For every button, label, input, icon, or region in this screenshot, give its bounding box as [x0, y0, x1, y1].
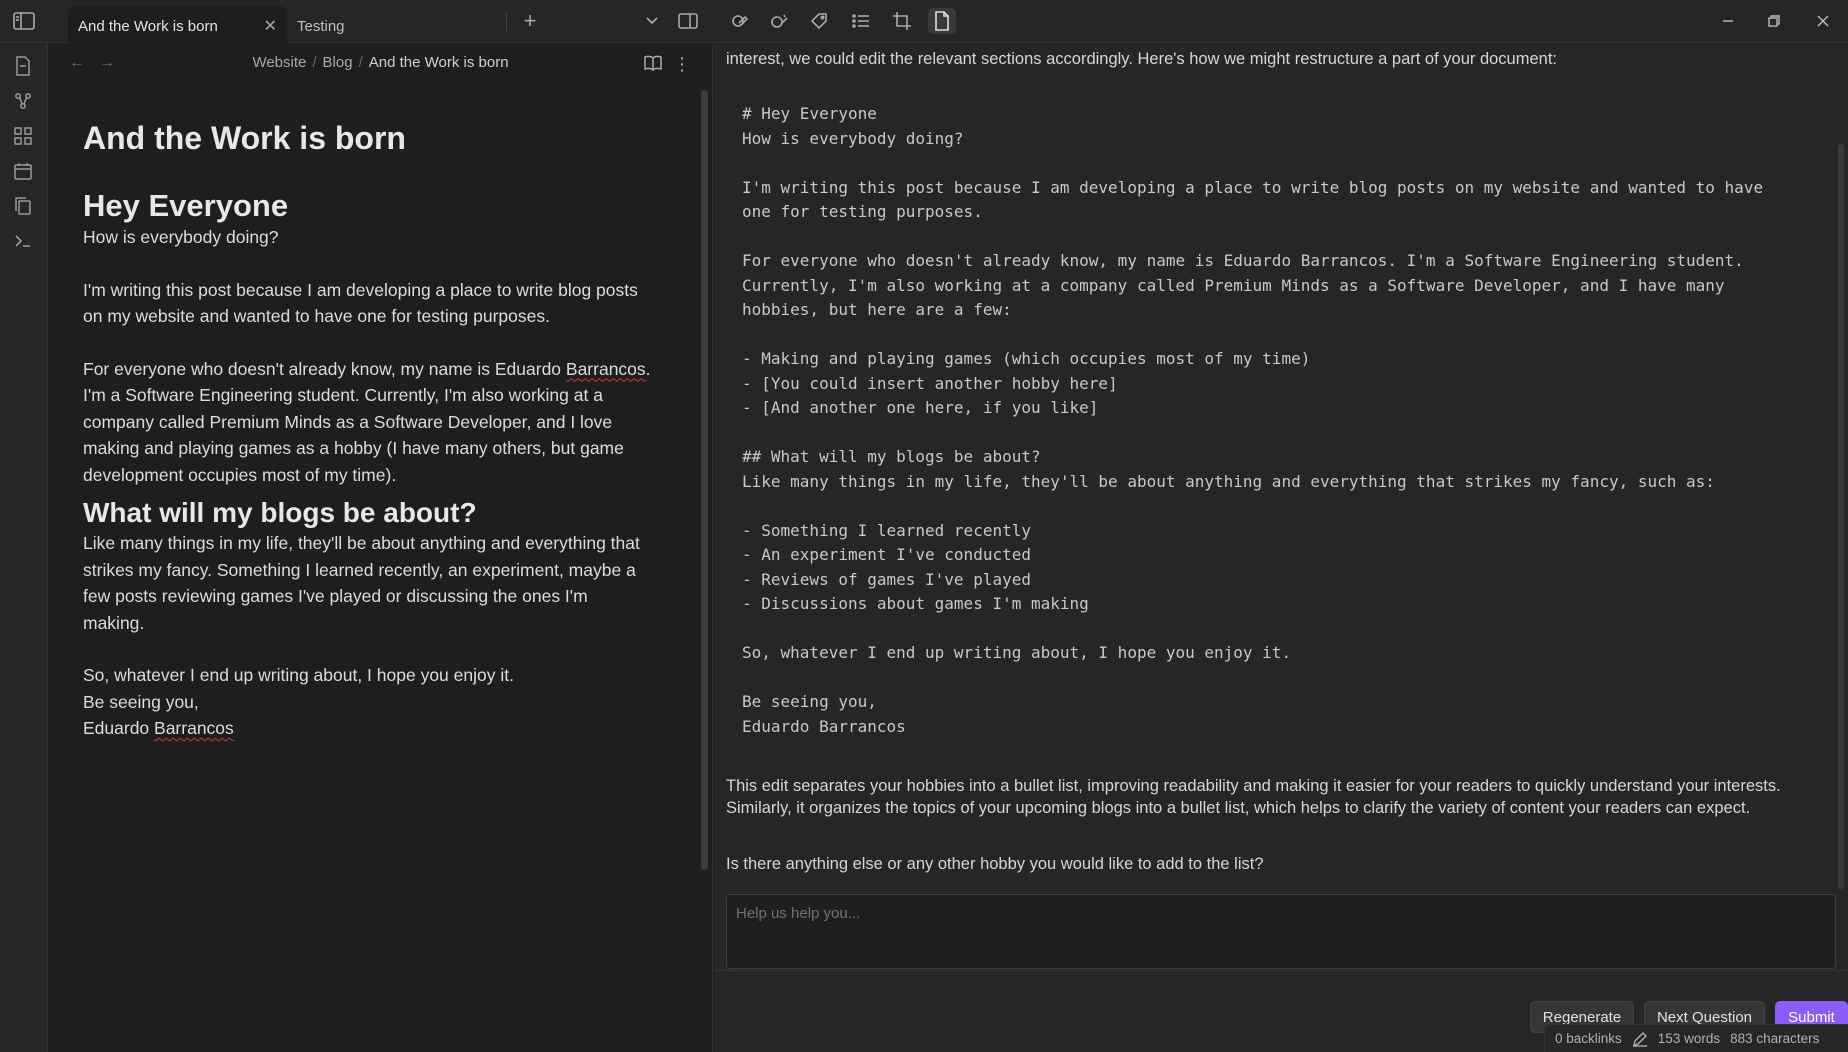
status-bar: 0 backlinks 153 words 883 characters	[1544, 1024, 1848, 1052]
about-paragraph: For everyone who doesn't already know, m…	[83, 358, 651, 485]
restore-icon[interactable]	[1760, 8, 1788, 34]
response-explanation: This edit separates your hobbies into a …	[726, 777, 1781, 817]
tab-and-the-work-is-born[interactable]: And the Work is born ✕	[68, 6, 287, 43]
breadcrumb-blog[interactable]: Blog	[323, 54, 353, 71]
reading-view-icon[interactable]	[643, 54, 665, 76]
sidebar-toggle-icon[interactable]	[12, 10, 36, 32]
character-count: 883 characters	[1730, 1031, 1820, 1046]
response-question: Is there anything else or any other hobb…	[726, 855, 1264, 873]
edit-pencil-icon[interactable]	[1632, 1031, 1648, 1047]
breadcrumb-current[interactable]: And the Work is born	[369, 54, 509, 71]
suggested-edit-code: # Hey Everyone How is everybody doing? I…	[742, 104, 1764, 736]
tab-label: And the Work is born	[78, 18, 218, 35]
intro-paragraph: I'm writing this post because I am devel…	[83, 279, 638, 327]
graph-view-icon[interactable]	[11, 89, 35, 113]
list-icon[interactable]	[847, 8, 875, 34]
tab-testing[interactable]: Testing	[287, 6, 507, 43]
tab-close-icon[interactable]: ✕	[264, 16, 277, 36]
closing-line: So, whatever I end up writing about, I h…	[83, 665, 514, 685]
new-tab-button[interactable]: +	[518, 8, 542, 34]
word-count: 153 words	[1657, 1031, 1721, 1046]
canvas-grid-icon[interactable]	[11, 124, 35, 148]
ai-edit-icon[interactable]	[765, 8, 793, 34]
breadcrumb-website[interactable]: Website	[252, 54, 306, 71]
open-quick-switcher-icon[interactable]	[11, 54, 35, 78]
copy-files-icon[interactable]	[11, 194, 35, 218]
prompt-input[interactable]: Help us help you...	[726, 894, 1836, 969]
split-view-icon[interactable]	[674, 8, 702, 34]
heading-blogs-about: What will my blogs be about?	[83, 497, 477, 528]
topics-paragraph: Like many things in my life, they'll be …	[83, 533, 640, 633]
response-intro: interest, we could edit the relevant sec…	[726, 50, 1557, 68]
document-body[interactable]: And the Work is born Hey Everyone How is…	[83, 118, 653, 742]
link-edit-icon[interactable]	[726, 8, 754, 34]
author-line: Eduardo Barrancos	[83, 718, 234, 738]
document-icon[interactable]	[928, 8, 956, 34]
crop-icon[interactable]	[888, 8, 916, 34]
more-options-icon[interactable]: ⋮	[673, 54, 691, 76]
close-window-icon[interactable]	[1809, 8, 1837, 34]
terminal-icon[interactable]	[11, 229, 35, 253]
tags-icon[interactable]	[806, 8, 834, 34]
title-bar: And the Work is born ✕ Testing +	[0, 0, 1848, 43]
calendar-icon[interactable]	[11, 159, 35, 183]
heading-hey-everyone: Hey Everyone	[83, 188, 289, 223]
greeting-paragraph: How is everybody doing?	[83, 227, 279, 247]
assistant-pane: interest, we could edit the relevant sec…	[714, 44, 1848, 1052]
tab-label: Testing	[297, 18, 345, 35]
signoff-line: Be seeing you,	[83, 691, 199, 712]
backlinks-count[interactable]: 0 backlinks	[1555, 1031, 1622, 1046]
assistant-scrollbar[interactable]	[1838, 144, 1844, 889]
tab-divider	[506, 13, 507, 31]
document-title: And the Work is born	[83, 120, 406, 156]
left-ribbon	[0, 44, 48, 1052]
chevron-down-icon[interactable]	[638, 8, 666, 34]
editor-pane: ← → Website / Blog / And the Work is born ⋮ …	[48, 44, 713, 1052]
minimize-icon[interactable]	[1714, 8, 1742, 34]
breadcrumb: Website / Blog / And the Work is born	[252, 54, 509, 71]
editor-scrollbar[interactable]	[701, 90, 708, 870]
